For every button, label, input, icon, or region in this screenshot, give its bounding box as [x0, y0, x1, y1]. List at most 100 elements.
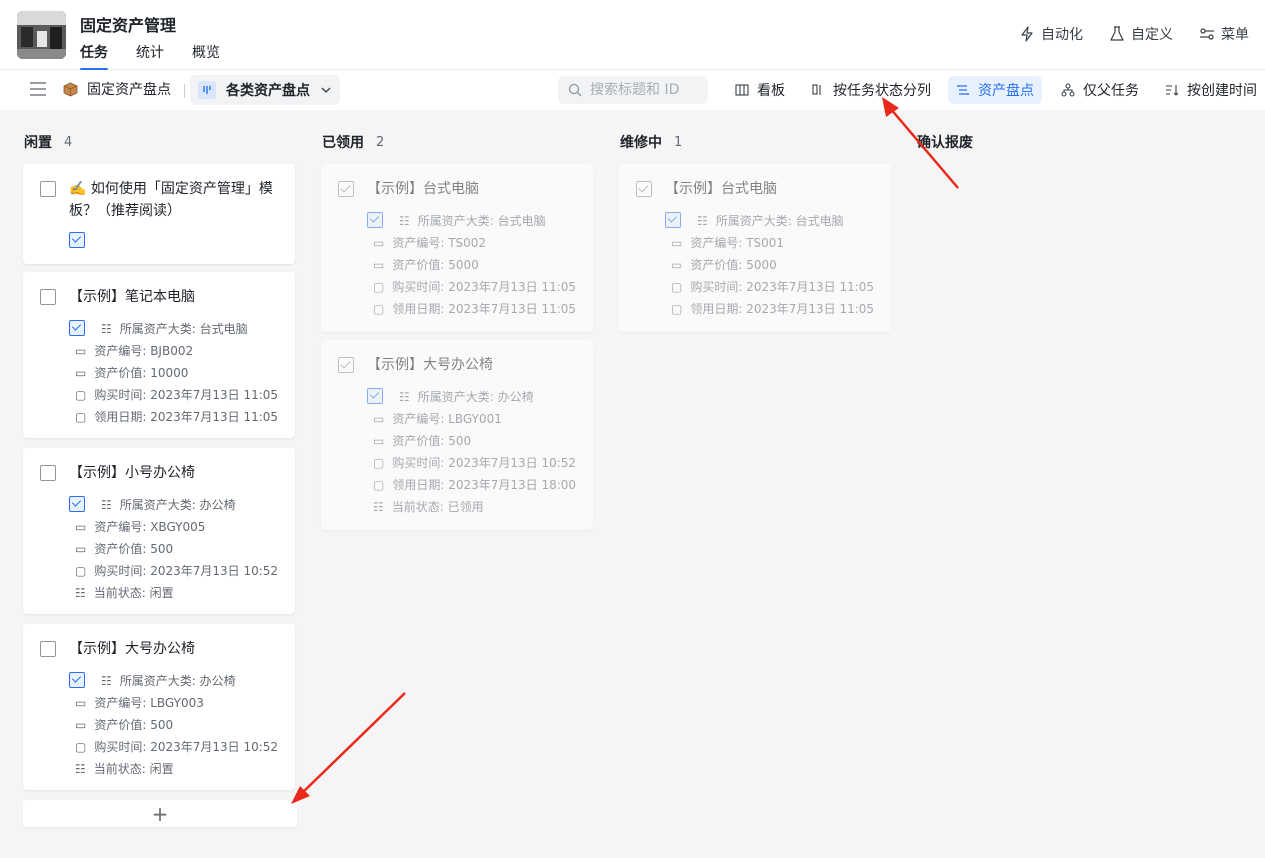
column-header-scrapped: 确认报废	[917, 132, 973, 152]
buy-time-value: 购买时间: 2023年7月13日 10:52	[392, 456, 577, 470]
search-input[interactable]	[590, 82, 700, 98]
column-header-idle: 闲置 4	[24, 132, 72, 152]
chevron-down-icon	[321, 87, 331, 93]
task-card[interactable]: 【示例】大号办公椅 ☷ 所属资产大类: 办公椅 ▭ 资产编号: LBGY003 ▭ 资…	[23, 624, 295, 790]
state-value: 当前状态: 已领用	[391, 500, 484, 514]
buy-time-value: 购买时间: 2023年7月13日 11:05	[392, 280, 577, 294]
add-task-button[interactable]: +	[23, 800, 297, 827]
column-title: 确认报废	[917, 135, 973, 151]
task-checkbox[interactable]	[40, 289, 56, 305]
tab-stats[interactable]: 统计	[136, 42, 164, 70]
buy-time-value: 购买时间: 2023年7月13日 10:52	[94, 740, 279, 754]
code-value: 资产编号: XBGY005	[94, 520, 206, 534]
category-value: 所属资产大类: 办公椅	[119, 674, 236, 688]
state-value: 当前状态: 闲置	[93, 586, 174, 600]
buy-time-value: 购买时间: 2023年7月13日 10:52	[94, 564, 279, 578]
value-field: ▭ 资产价值: 500	[75, 540, 173, 557]
number-field-icon: ▭	[75, 541, 87, 556]
task-title: 【示例】小号办公椅	[69, 465, 195, 481]
task-checkbox[interactable]	[40, 465, 56, 481]
task-card[interactable]: 【示例】小号办公椅 ☷ 所属资产大类: 办公椅 ▭ 资产编号: XBGY005 ▭ 资…	[23, 448, 295, 614]
code-field: ▭ 资产编号: TS002	[373, 234, 486, 251]
task-checkbox[interactable]	[338, 357, 354, 373]
task-checkbox[interactable]	[40, 181, 56, 197]
category-field: ☷ 所属资产大类: 台式电脑	[697, 212, 844, 229]
value-value: 资产价值: 5000	[392, 258, 479, 272]
group-by-status-button[interactable]: 按任务状态分列	[803, 76, 939, 104]
parent-tasks-only-label: 仅父任务	[1083, 83, 1139, 99]
category-value: 所属资产大类: 台式电脑	[417, 214, 546, 228]
hierarchy-icon	[1061, 83, 1075, 97]
task-checkbox[interactable]	[636, 181, 652, 197]
column-title: 已领用	[322, 135, 364, 151]
search-box[interactable]	[558, 76, 708, 104]
flask-icon	[1110, 26, 1124, 41]
category-value: 所属资产大类: 办公椅	[417, 390, 534, 404]
code-field: ▭ 资产编号: LBGY001	[373, 410, 502, 427]
task-card[interactable]: 【示例】笔记本电脑 ☷ 所属资产大类: 台式电脑 ▭ 资产编号: BJB002 ▭ 资…	[23, 272, 295, 438]
project-breadcrumb[interactable]: 固定资产盘点	[62, 79, 171, 99]
value-value: 资产价值: 500	[94, 542, 174, 556]
code-value: 资产编号: TS002	[392, 236, 487, 250]
sort-created-label: 按创建时间	[1187, 83, 1257, 99]
tab-overview[interactable]: 概览	[192, 42, 220, 70]
task-card[interactable]: ✍️ 如何使用「固定资产管理」模板？（推荐阅读）	[23, 164, 295, 264]
task-card[interactable]: 【示例】台式电脑 ☷ 所属资产大类: 台式电脑 ▭ 资产编号: TS001 ▭ 资产价…	[619, 164, 891, 332]
calendar-icon: ▢	[373, 279, 385, 294]
board-view-label: 看板	[757, 83, 785, 99]
tab-tasks[interactable]: 任务	[80, 42, 108, 70]
calendar-icon: ▢	[75, 563, 87, 578]
hamburger-menu-icon[interactable]	[30, 82, 46, 96]
view-toolbar: 固定资产盘点 各类资产盘点 看板 按任务状态分列 资产盘点 仅父任务 按创建时间	[0, 70, 1265, 110]
automation-button[interactable]: 自动化	[1019, 24, 1083, 44]
calendar-icon: ▢	[373, 455, 385, 470]
task-title: 【示例】台式电脑	[367, 181, 479, 197]
use-date-value: 领用日期: 2023年7月13日 11:05	[690, 302, 875, 316]
column-count: 4	[64, 134, 73, 150]
text-field-icon: ▭	[373, 235, 385, 250]
project-name: 固定资产盘点	[87, 82, 171, 98]
app-header: 固定资产管理 任务 统计 概览 自动化 自定义 菜单	[0, 0, 1265, 70]
lightning-icon	[1021, 26, 1033, 42]
task-checkbox[interactable]	[338, 181, 354, 197]
text-field-icon: ▭	[75, 519, 87, 534]
number-field-icon: ▭	[75, 717, 87, 732]
automation-label: 自动化	[1041, 27, 1083, 43]
task-card[interactable]: 【示例】大号办公椅 ☷ 所属资产大类: 办公椅 ▭ 资产编号: LBGY001 ▭ 资…	[321, 340, 593, 530]
plus-icon: +	[151, 801, 169, 826]
code-value: 资产编号: BJB002	[94, 344, 194, 358]
value-value: 资产价值: 10000	[94, 366, 189, 380]
buy-time-field: ▢ 购买时间: 2023年7月13日 10:52	[75, 738, 278, 755]
task-title: 【示例】大号办公椅	[367, 357, 493, 373]
parent-tasks-only-button[interactable]: 仅父任务	[1053, 76, 1147, 104]
customize-button[interactable]: 自定义	[1109, 24, 1173, 44]
category-field: ☷ 所属资产大类: 台式电脑	[101, 320, 248, 337]
text-field-icon: ▭	[75, 695, 87, 710]
text-field-icon: ▭	[373, 411, 385, 426]
app-title: 固定资产管理	[80, 16, 177, 35]
category-field: ☷ 所属资产大类: 台式电脑	[399, 212, 546, 229]
menu-button[interactable]: 菜单	[1199, 24, 1249, 44]
sort-created-button[interactable]: 按创建时间	[1157, 76, 1265, 104]
list-icon: ☷	[399, 213, 410, 228]
task-card[interactable]: 【示例】台式电脑 ☷ 所属资产大类: 台式电脑 ▭ 资产编号: TS002 ▭ 资产价…	[321, 164, 593, 332]
columns-icon	[735, 84, 749, 96]
value-field: ▭ 资产价值: 500	[373, 432, 471, 449]
use-date-value: 领用日期: 2023年7月13日 11:05	[94, 410, 279, 424]
view-selector[interactable]: 各类资产盘点	[190, 75, 340, 105]
board-view-button[interactable]: 看板	[727, 76, 793, 104]
list-icon: ☷	[101, 673, 112, 688]
main-tabs: 任务 统计 概览	[80, 42, 220, 70]
sort-icon	[1166, 85, 1179, 96]
task-checkbox[interactable]	[40, 641, 56, 657]
stack-icon	[957, 85, 969, 95]
asset-inventory-button[interactable]: 资产盘点	[948, 76, 1042, 104]
code-value: 资产编号: LBGY001	[392, 412, 502, 426]
buy-time-field: ▢ 购买时间: 2023年7月13日 11:05	[373, 278, 576, 295]
number-field-icon: ▭	[75, 365, 87, 380]
search-icon	[568, 83, 582, 97]
use-date-field: ▢ 领用日期: 2023年7月13日 11:05	[671, 300, 874, 317]
column-count: 2	[376, 134, 385, 150]
calendar-icon: ▢	[373, 477, 385, 492]
use-date-field: ▢ 领用日期: 2023年7月13日 18:00	[373, 476, 576, 493]
